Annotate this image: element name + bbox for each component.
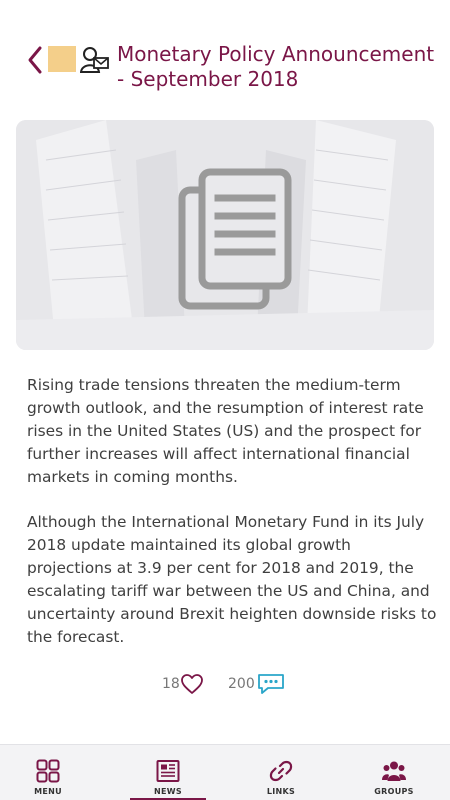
tab-label: GROUPS — [374, 787, 414, 796]
article-paragraph: Rising trade tensions threaten the mediu… — [27, 376, 424, 486]
article-paragraph: Although the International Monetary Fund… — [27, 513, 437, 646]
group-icon — [382, 761, 406, 781]
comment-bubble-icon[interactable] — [256, 672, 286, 696]
news-thumbnail — [48, 46, 76, 72]
bottom-tab-bar: MENU NEWS LINKS GROUPS — [0, 744, 450, 800]
article-body: Rising trade tensions threaten the mediu… — [27, 374, 437, 671]
document-icon — [178, 168, 292, 310]
tab-groups[interactable]: GROUPS — [354, 745, 434, 800]
user-mail-icon — [80, 47, 109, 73]
back-chevron-icon[interactable] — [24, 44, 46, 76]
hero-image — [16, 120, 434, 350]
engagement-stats: 18 200 — [0, 672, 450, 700]
heart-icon[interactable] — [180, 672, 204, 696]
header: Monetary Policy Announcement - September… — [0, 0, 450, 110]
tab-label: NEWS — [154, 787, 182, 796]
tab-label: MENU — [34, 787, 62, 796]
tab-label: LINKS — [266, 787, 296, 796]
tab-menu[interactable]: MENU — [8, 745, 88, 800]
link-icon — [269, 760, 293, 782]
like-count: 18 — [162, 676, 180, 692]
tab-news[interactable]: NEWS — [128, 745, 208, 800]
grid-icon — [36, 759, 60, 783]
newspaper-icon — [156, 760, 180, 782]
tab-links[interactable]: LINKS — [241, 745, 321, 800]
comment-count: 200 — [228, 676, 255, 692]
page-title: Monetary Policy Announcement - September… — [117, 42, 435, 91]
